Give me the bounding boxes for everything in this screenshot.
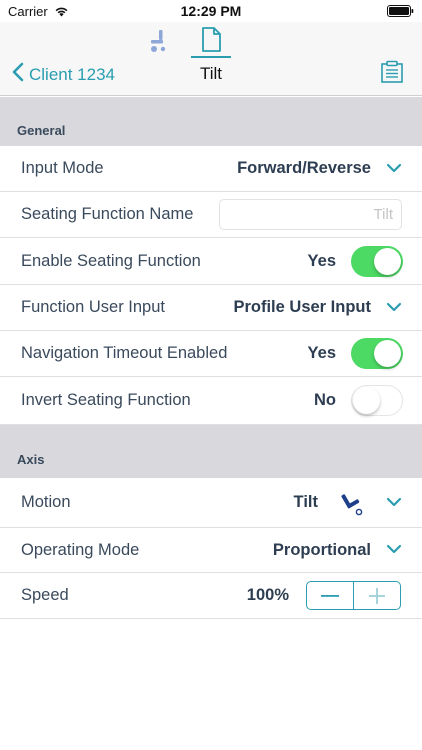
speed-label: Speed: [21, 586, 69, 604]
navigation-timeout-toggle[interactable]: [351, 338, 403, 369]
enable-seating-function-row: Enable Seating Function Yes: [0, 238, 422, 285]
input-mode-row[interactable]: Input Mode Forward/Reverse: [0, 146, 422, 192]
navigation-bar: Client 1234 Tilt: [0, 22, 422, 96]
seating-function-name-label: Seating Function Name: [21, 205, 194, 223]
speed-row: Speed 100%: [0, 573, 422, 619]
toggle-knob: [353, 387, 380, 414]
status-time: 12:29 PM: [180, 3, 242, 19]
decrement-button[interactable]: [307, 582, 353, 609]
increment-button[interactable]: [354, 582, 400, 609]
navigation-timeout-row: Navigation Timeout Enabled Yes: [0, 331, 422, 377]
selected-tab-indicator: [191, 56, 231, 58]
invert-seating-function-row: Invert Seating Function No: [0, 377, 422, 425]
page-title: Tilt: [199, 64, 223, 83]
motion-label: Motion: [21, 493, 71, 511]
chevron-down-icon: [386, 541, 402, 559]
enable-seating-function-label: Enable Seating Function: [21, 251, 201, 270]
section-header-general: General: [0, 97, 422, 146]
navigation-timeout-value: Yes: [307, 344, 336, 362]
battery-icon: [387, 5, 414, 20]
motion-value: Tilt: [293, 493, 318, 511]
document-icon[interactable]: [199, 26, 223, 59]
tilt-chair-icon: [340, 489, 366, 522]
invert-seating-function-value: No: [314, 391, 336, 409]
plus-icon: [369, 587, 385, 604]
operating-mode-label: Operating Mode: [21, 540, 140, 559]
enable-seating-function-toggle[interactable]: [351, 246, 403, 277]
chevron-down-icon: [386, 494, 402, 512]
motion-row[interactable]: Motion Tilt: [0, 478, 422, 528]
function-user-input-value: Profile User Input: [233, 298, 371, 316]
operating-mode-value: Proportional: [272, 540, 371, 559]
invert-seating-function-toggle[interactable]: [351, 385, 403, 416]
function-user-input-row[interactable]: Function User Input Profile User Input: [0, 285, 422, 331]
seating-function-name-row: Seating Function Name: [0, 192, 422, 238]
chevron-down-icon: [386, 299, 402, 317]
toggle-knob: [374, 248, 401, 275]
speed-value: 100%: [246, 586, 289, 604]
operating-mode-row[interactable]: Operating Mode Proportional: [0, 528, 422, 573]
chevron-down-icon: [386, 160, 402, 178]
navigation-timeout-label: Navigation Timeout Enabled: [21, 344, 228, 362]
minus-icon: [321, 594, 339, 597]
speed-stepper: [306, 581, 401, 610]
wheelchair-icon[interactable]: [148, 28, 170, 59]
function-user-input-label: Function User Input: [21, 298, 165, 316]
status-bar: Carrier 12:29 PM: [0, 0, 422, 22]
enable-seating-function-value: Yes: [307, 251, 336, 270]
toggle-knob: [374, 340, 401, 367]
section-header-axis: Axis: [0, 425, 422, 478]
input-mode-label: Input Mode: [21, 159, 104, 177]
seating-function-name-field[interactable]: [219, 199, 402, 230]
input-mode-value: Forward/Reverse: [237, 159, 371, 177]
clipboard-icon[interactable]: [380, 60, 404, 89]
invert-seating-function-label: Invert Seating Function: [21, 391, 191, 409]
